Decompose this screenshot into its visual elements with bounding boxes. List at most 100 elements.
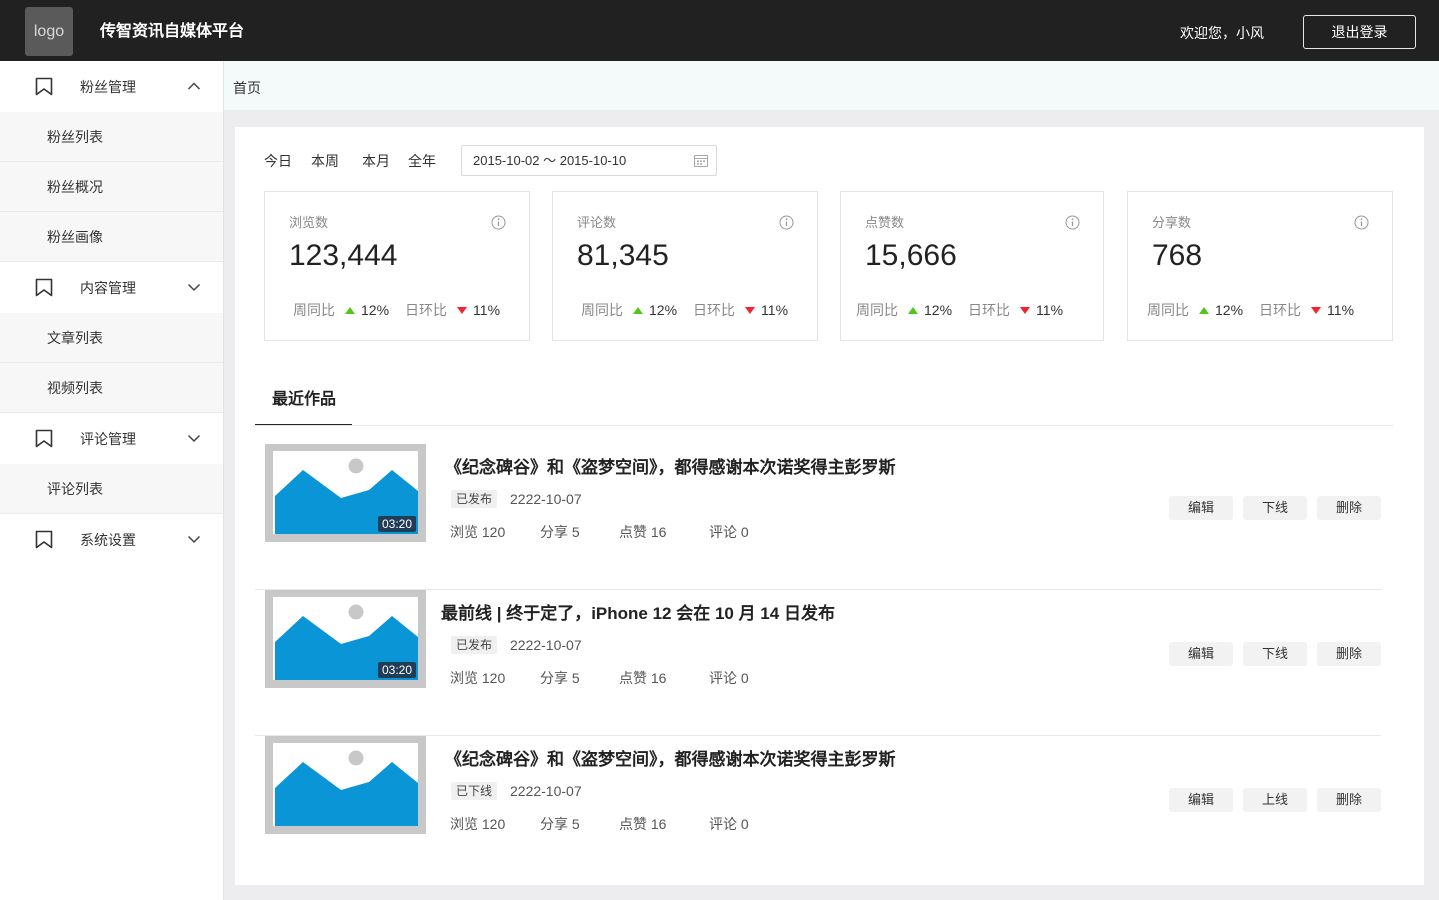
views-count: 浏览 120 xyxy=(450,816,506,832)
work-title[interactable]: 《纪念碑谷》和《盗梦空间》，都得感谢本次诺奖得主彭罗斯 xyxy=(445,749,896,771)
publish-date: 2222-10-07 xyxy=(510,637,582,653)
sidebar-item-article-list[interactable]: 文章列表 xyxy=(0,313,223,363)
info-icon[interactable] xyxy=(1065,215,1080,230)
video-thumbnail[interactable]: 03:20 xyxy=(265,590,426,688)
shares-count: 分享 5 xyxy=(540,670,580,686)
week-compare-value: 12% xyxy=(1215,302,1244,318)
bookmark-icon xyxy=(35,77,53,96)
list-item: 《纪念碑谷》和《盗梦空间》，都得感谢本次诺奖得主彭罗斯 已下线 2222-10-… xyxy=(255,736,1381,882)
sidebar-group-content[interactable]: 内容管理 xyxy=(0,262,223,313)
stat-card-likes: 点赞数 15,666 周同比 12% 日环比 11% xyxy=(840,191,1104,341)
list-item: 03:20 最前线 | 终于定了，iPhone 12 会在 10 月 14 日发… xyxy=(255,590,1381,736)
stat-value: 768 xyxy=(1152,239,1203,272)
breadcrumb: 首页 xyxy=(224,61,1439,111)
stat-card-shares: 分享数 768 周同比 12% 日环比 11% xyxy=(1127,191,1393,341)
week-compare-label: 周同比 xyxy=(581,302,623,318)
logo[interactable]: logo xyxy=(25,7,73,56)
range-tab-year[interactable]: 全年 xyxy=(408,152,436,170)
week-compare-label: 周同比 xyxy=(293,302,335,318)
sidebar-item-video-list[interactable]: 视频列表 xyxy=(0,363,223,413)
date-range-value: 2015-10-02 ～ 2015-10-10 xyxy=(473,153,627,168)
stat-card-views: 浏览数 123,444 周同比 12% 日环比 11% xyxy=(264,191,530,341)
stat-trend: 周同比 12% 日环比 11% xyxy=(856,301,1063,319)
chevron-down-icon xyxy=(187,434,201,443)
delete-button[interactable]: 删除 xyxy=(1317,642,1381,666)
week-compare-value: 12% xyxy=(649,302,678,318)
sidebar-group-settings[interactable]: 系统设置 xyxy=(0,514,223,565)
chevron-down-icon xyxy=(187,283,201,292)
sidebar-item-fans-list[interactable]: 粉丝列表 xyxy=(0,112,223,162)
comments-count: 评论 0 xyxy=(709,524,749,540)
status-badge: 已发布 xyxy=(451,490,498,508)
sidebar-item-comment-list[interactable]: 评论列表 xyxy=(0,464,223,514)
delete-button[interactable]: 删除 xyxy=(1317,496,1381,520)
day-compare-label: 日环比 xyxy=(405,302,448,318)
range-tab-week[interactable]: 本周 xyxy=(311,152,339,170)
sidebar-item-label: 粉丝列表 xyxy=(47,129,103,145)
sidebar-item-fans-portrait[interactable]: 粉丝画像 xyxy=(0,212,223,262)
sidebar-group-comments[interactable]: 评论管理 xyxy=(0,413,223,464)
trend-down-icon xyxy=(745,306,756,314)
stat-trend: 周同比 12% 日环比 11% xyxy=(1147,301,1354,319)
likes-count: 点赞 16 xyxy=(619,670,667,686)
day-compare-label: 日环比 xyxy=(693,302,736,318)
range-tab-today[interactable]: 今日 xyxy=(264,152,292,170)
info-icon[interactable] xyxy=(491,215,506,230)
likes-count: 点赞 16 xyxy=(619,816,667,832)
top-header: logo 传智资讯自媒体平台 欢迎您，小风 退出登录 xyxy=(0,0,1439,61)
work-title[interactable]: 《纪念碑谷》和《盗梦空间》，都得感谢本次诺奖得主彭罗斯 xyxy=(445,457,896,479)
day-compare-value: 11% xyxy=(761,302,789,318)
stat-card-comments: 评论数 81,345 周同比 12% 日环比 11% xyxy=(552,191,818,341)
trend-up-icon xyxy=(345,306,355,314)
logout-button[interactable]: 退出登录 xyxy=(1303,15,1416,49)
video-thumbnail[interactable]: 03:20 xyxy=(265,444,426,542)
sidebar-group-label: 系统设置 xyxy=(80,532,136,548)
list-item: 03:20 《纪念碑谷》和《盗梦空间》，都得感谢本次诺奖得主彭罗斯 已发布 22… xyxy=(255,444,1381,590)
offline-button[interactable]: 下线 xyxy=(1243,642,1307,666)
sidebar-group-label: 内容管理 xyxy=(80,280,136,296)
trend-up-icon xyxy=(1199,306,1209,314)
views-count: 浏览 120 xyxy=(450,670,506,686)
trend-up-icon xyxy=(908,306,918,314)
info-icon[interactable] xyxy=(1354,215,1369,230)
sidebar-item-label: 文章列表 xyxy=(47,330,103,346)
edit-button[interactable]: 编辑 xyxy=(1169,496,1233,520)
stat-label: 点赞数 xyxy=(865,215,905,230)
day-compare-label: 日环比 xyxy=(968,302,1011,318)
trend-down-icon xyxy=(457,306,468,314)
sidebar-group-fans[interactable]: 粉丝管理 xyxy=(0,61,223,112)
delete-button[interactable]: 删除 xyxy=(1317,788,1381,812)
comments-count: 评论 0 xyxy=(709,816,749,832)
stat-value: 123,444 xyxy=(289,239,398,272)
sidebar-item-fans-overview[interactable]: 粉丝概况 xyxy=(0,162,223,212)
shares-count: 分享 5 xyxy=(540,524,580,540)
publish-date: 2222-10-07 xyxy=(510,783,582,799)
sidebar-item-label: 粉丝概况 xyxy=(47,179,103,195)
video-thumbnail[interactable] xyxy=(265,736,426,834)
breadcrumb-home[interactable]: 首页 xyxy=(233,79,261,97)
stat-label: 分享数 xyxy=(1152,215,1192,230)
date-range-picker[interactable]: 2015-10-02 ～ 2015-10-10 xyxy=(461,145,717,176)
sidebar-item-label: 评论列表 xyxy=(47,481,103,497)
edit-button[interactable]: 编辑 xyxy=(1169,642,1233,666)
offline-button[interactable]: 下线 xyxy=(1243,496,1307,520)
trend-down-icon xyxy=(1311,306,1322,314)
stat-label: 评论数 xyxy=(577,215,617,230)
stat-trend: 周同比 12% 日环比 11% xyxy=(581,301,788,319)
bookmark-icon xyxy=(35,530,53,549)
info-icon[interactable] xyxy=(779,215,794,230)
work-title[interactable]: 最前线 | 终于定了，iPhone 12 会在 10 月 14 日发布 xyxy=(441,603,835,625)
publish-date: 2222-10-07 xyxy=(510,491,582,507)
sidebar: 粉丝管理 粉丝列表 粉丝概况 粉丝画像 内容管理 文章列表 视频列表 评论管理 … xyxy=(0,61,224,900)
duration-badge: 03:20 xyxy=(377,662,416,678)
range-tab-month[interactable]: 本月 xyxy=(362,152,390,170)
chevron-down-icon xyxy=(187,535,201,544)
tab-recent-works[interactable]: 最近作品 xyxy=(255,390,352,426)
edit-button[interactable]: 编辑 xyxy=(1169,788,1233,812)
views-count: 浏览 120 xyxy=(450,524,506,540)
week-compare-label: 周同比 xyxy=(856,302,898,318)
week-compare-value: 12% xyxy=(924,302,953,318)
shares-count: 分享 5 xyxy=(540,816,580,832)
week-compare-label: 周同比 xyxy=(1147,302,1189,318)
online-button[interactable]: 上线 xyxy=(1243,788,1307,812)
